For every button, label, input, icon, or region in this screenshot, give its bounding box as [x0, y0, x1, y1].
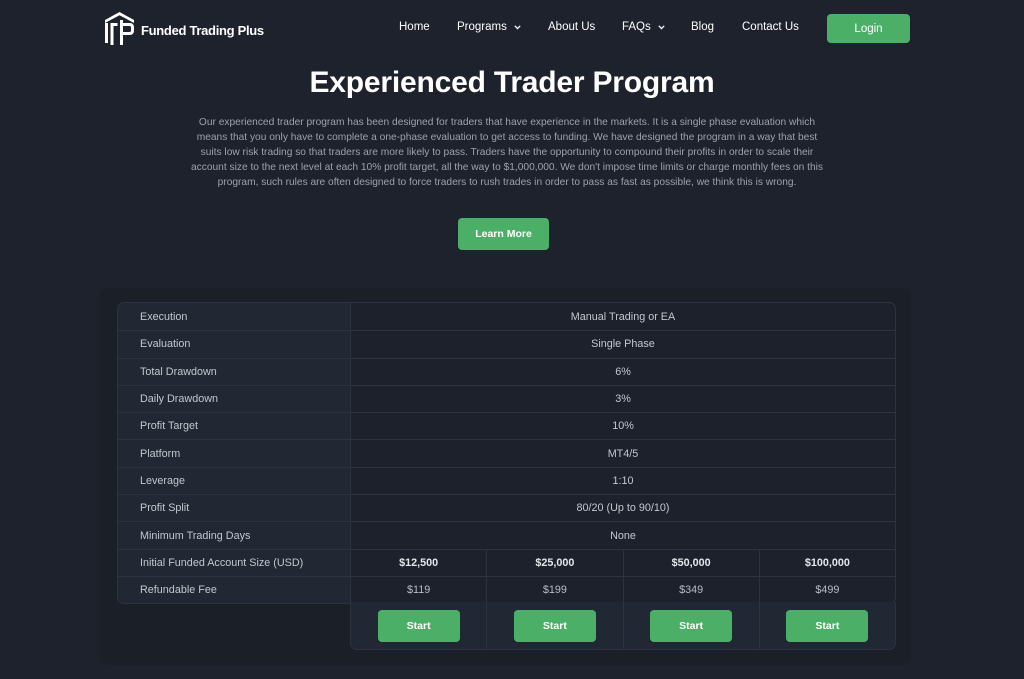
nav-home-label: Home — [399, 21, 430, 33]
nav-contact-us-label: Contact Us — [742, 21, 799, 33]
login-button[interactable]: Login — [827, 14, 910, 43]
nav-programs[interactable]: Programs — [457, 21, 521, 33]
table-row-refundable-fee: Refundable Fee $119 $199 $349 $499 — [118, 575, 895, 604]
program-spec-table: Execution Manual Trading or EA Evaluatio… — [117, 302, 896, 605]
page-title: Experienced Trader Program — [309, 66, 715, 99]
table-row-minimum-trading-days: Minimum Trading Days None — [118, 521, 895, 549]
fee-cell: $349 — [622, 576, 759, 604]
row-value: MT4/5 — [607, 447, 639, 460]
table-row-profit-target: Profit Target 10% — [118, 412, 895, 440]
table-row-total-drawdown: Total Drawdown 6% — [118, 357, 895, 385]
learn-more-button[interactable]: Learn More — [458, 218, 549, 250]
start-col: Start — [486, 602, 622, 649]
account-size-cell: $100,000 — [758, 549, 895, 576]
row-value: 6% — [615, 365, 631, 378]
nav-home[interactable]: Home — [399, 21, 430, 33]
nav-about-us[interactable]: About Us — [548, 21, 595, 33]
account-size-cell: $50,000 — [622, 549, 759, 576]
start-button-row: Start Start Start Start — [350, 602, 896, 650]
start-button-100000[interactable]: Start — [786, 609, 869, 642]
table-row-execution: Execution Manual Trading or EA — [118, 303, 895, 331]
start-col: Start — [351, 602, 486, 649]
table-row-platform: Platform MT4/5 — [118, 439, 895, 467]
start-col: Start — [622, 602, 759, 649]
row-value: Manual Trading or EA — [570, 310, 676, 323]
account-size-cell: $12,500 — [399, 556, 439, 569]
nav-faqs-label: FAQs — [622, 21, 651, 33]
start-button-12500[interactable]: Start — [377, 609, 460, 642]
account-size-cell: $25,000 — [486, 549, 622, 576]
nav-faqs[interactable]: FAQs — [622, 21, 665, 33]
row-label: Minimum Trading Days — [118, 522, 351, 549]
table-row-daily-drawdown: Daily Drawdown 3% — [118, 384, 895, 413]
row-label: Daily Drawdown — [118, 385, 351, 413]
row-value: 10% — [612, 420, 634, 433]
row-label: Leverage — [118, 467, 351, 495]
row-value: None — [610, 529, 636, 542]
table-row-evaluation: Evaluation Single Phase — [118, 330, 895, 358]
start-col: Start — [758, 602, 895, 649]
row-label: Initial Funded Account Size (USD) — [118, 549, 351, 576]
row-value: Single Phase — [591, 338, 655, 351]
row-label: Platform — [118, 440, 351, 467]
nav-blog[interactable]: Blog — [691, 21, 714, 33]
row-label: Execution — [118, 303, 351, 331]
fee-cell: $499 — [758, 576, 895, 604]
fee-cell: $119 — [407, 584, 431, 597]
nav-blog-label: Blog — [691, 21, 715, 33]
row-label: Evaluation — [118, 331, 351, 358]
chevron-down-icon — [658, 24, 665, 30]
row-label: Refundable Fee — [118, 576, 351, 604]
row-value: 1:10 — [612, 474, 634, 487]
program-description: Our experienced trader program has been … — [190, 117, 824, 188]
table-row-profit-split: Profit Split 80/20 (Up to 90/10) — [118, 494, 895, 522]
fee-cell: $199 — [486, 576, 622, 604]
row-value: 80/20 (Up to 90/10) — [576, 502, 670, 515]
row-label: Profit Split — [118, 495, 351, 522]
nav-about-us-label: About Us — [548, 21, 596, 33]
table-row-leverage: Leverage 1:10 — [118, 466, 895, 495]
start-button-50000[interactable]: Start — [650, 609, 733, 642]
site-header: Funded Trading Plus Home Programs About … — [0, 0, 1024, 56]
table-row-account-size: Initial Funded Account Size (USD) $12,50… — [118, 548, 895, 576]
row-label: Total Drawdown — [118, 358, 351, 385]
row-label: Profit Target — [118, 413, 351, 440]
nav-contact-us[interactable]: Contact Us — [742, 21, 799, 33]
row-value: 3% — [615, 393, 631, 406]
chevron-down-icon — [514, 24, 521, 30]
nav-programs-label: Programs — [457, 21, 507, 33]
start-button-25000[interactable]: Start — [513, 609, 596, 642]
